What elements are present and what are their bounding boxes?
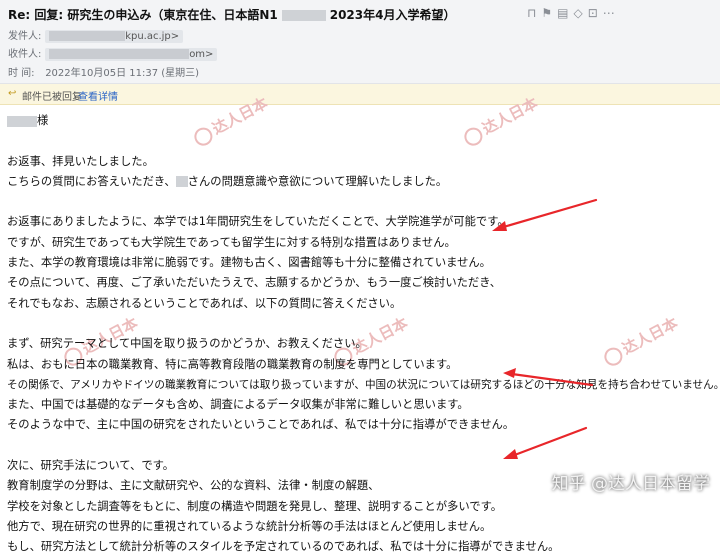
zhihu-watermark: 知乎 @达人日本留学 <box>551 474 710 494</box>
body-line: 他方で、現在研究の世界的に重視されているような統計分析等の手法はほとんど使用しま… <box>7 519 492 533</box>
annotation-arrows <box>492 198 598 459</box>
red-arrow <box>510 372 594 387</box>
arrow-group <box>492 198 598 459</box>
red-arrow <box>510 426 588 458</box>
body-line: もし、研究方法として統計分析等のスタイルを予定されているのであれば、私では十分に… <box>7 540 560 554</box>
red-arrow-head <box>503 449 518 459</box>
red-arrow <box>498 198 598 230</box>
red-arrow-head <box>492 221 507 231</box>
red-arrow-head <box>503 368 516 378</box>
